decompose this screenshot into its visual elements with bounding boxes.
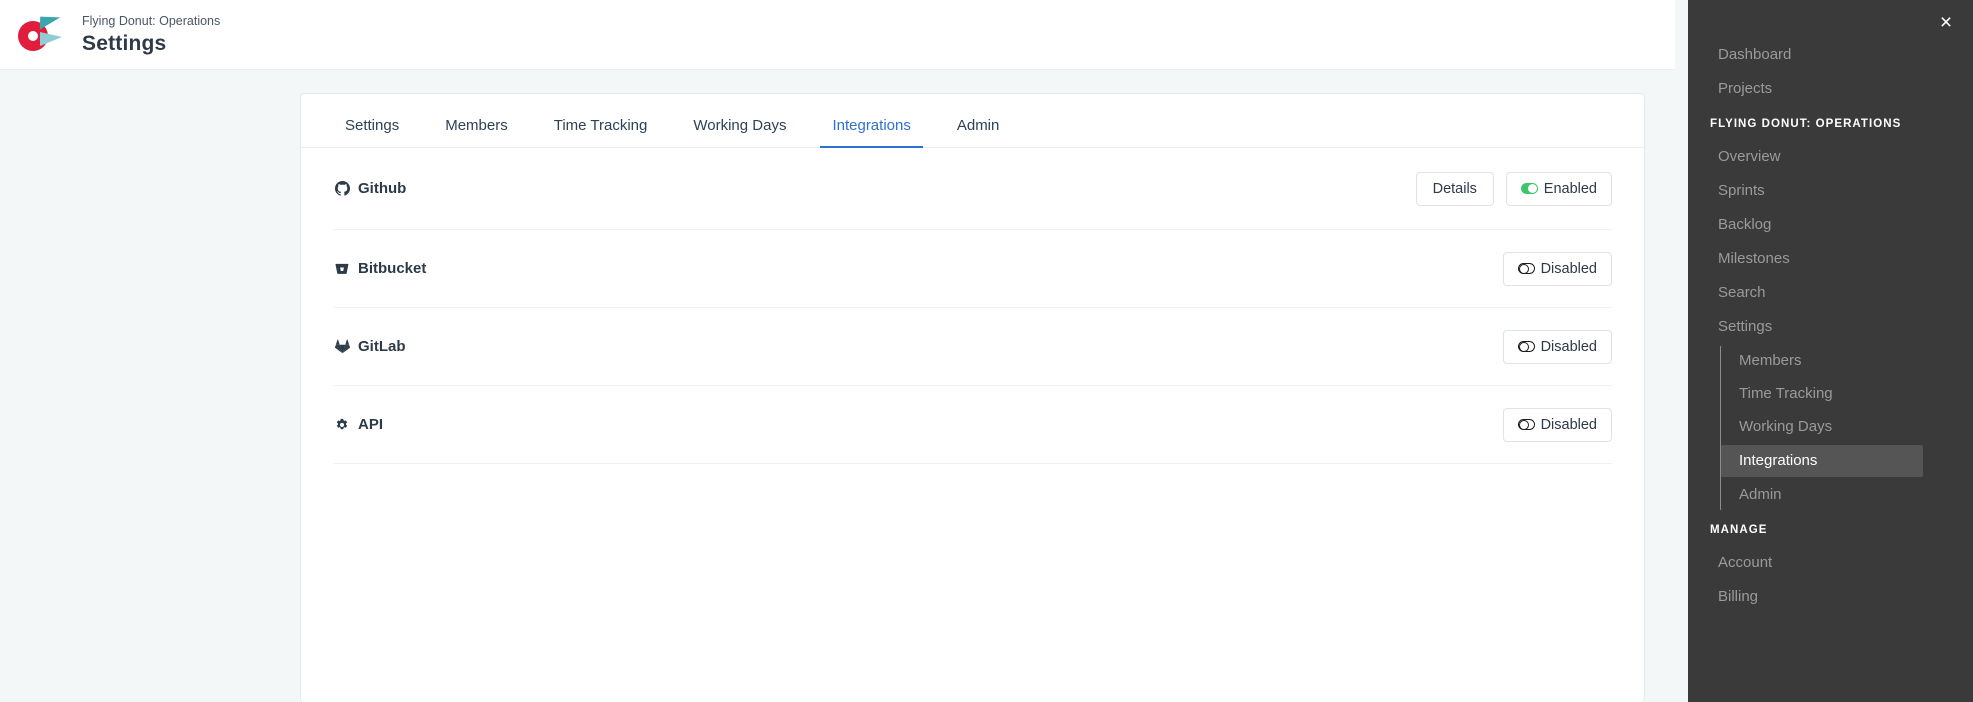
settings-card: Settings Members Time Tracking Working D… (300, 93, 1645, 702)
tab-integrations[interactable]: Integrations (820, 117, 924, 148)
right-sidebar: × Dashboard Projects FLYING DONUT: OPERA… (1688, 0, 1973, 702)
sidebar-section-project: FLYING DONUT: OPERATIONS (1710, 118, 1902, 130)
content-area: Settings Members Time Tracking Working D… (0, 70, 1675, 702)
integration-row-api: API Disabled (333, 386, 1612, 464)
integration-name-bitbucket: Bitbucket (333, 260, 426, 278)
tab-working-days[interactable]: Working Days (681, 117, 798, 147)
sidebar-item-overview[interactable]: Overview (1688, 142, 1973, 172)
tab-settings[interactable]: Settings (333, 117, 411, 147)
integration-name-api: API (333, 416, 383, 434)
sidebar-item-dashboard[interactable]: Dashboard (1688, 40, 1973, 70)
integration-name-gitlab: GitLab (333, 338, 406, 356)
logo-wing-top-shape (39, 16, 61, 30)
integration-label-bitbucket: Bitbucket (358, 260, 427, 277)
github-icon (333, 180, 351, 198)
sidebar-settings-subnav: Members Time Tracking Working Days Integ… (1720, 346, 1973, 510)
integration-label-api: API (358, 416, 384, 433)
toggle-status-label-gitlab: Disabled (1540, 338, 1597, 355)
app-root: Flying Donut: Operations Settings Settin… (0, 0, 1973, 702)
sidebar-item-settings[interactable]: Settings (1688, 312, 1973, 342)
flying-donut-logo-icon[interactable] (16, 15, 62, 55)
sidebar-nav: Dashboard Projects FLYING DONUT: OPERATI… (1688, 0, 1973, 612)
integration-actions-bitbucket: Disabled (1502, 251, 1612, 286)
logo-wing-bottom-shape (40, 31, 62, 46)
integration-actions-github: Details Enabled (1415, 171, 1612, 206)
toggle-on-icon (1520, 183, 1538, 194)
sidebar-subitem-working-days[interactable]: Working Days (1721, 412, 1973, 442)
integration-label-gitlab: GitLab (358, 338, 406, 355)
tab-members[interactable]: Members (433, 117, 520, 147)
sidebar-item-search[interactable]: Search (1688, 278, 1973, 308)
page-title: Settings (82, 32, 167, 55)
toggle-button-api[interactable]: Disabled (1502, 407, 1612, 442)
sidebar-subitem-admin[interactable]: Admin (1721, 480, 1973, 510)
sidebar-item-account[interactable]: Account (1688, 548, 1973, 578)
integration-label-github: Github (358, 180, 407, 197)
close-icon[interactable]: × (1933, 10, 1959, 36)
gear-icon (333, 416, 351, 434)
integration-actions-api: Disabled (1502, 407, 1612, 442)
tab-admin[interactable]: Admin (945, 117, 1012, 147)
sidebar-section-manage: MANAGE (1710, 524, 1768, 536)
integrations-list: Github Details Enabled Bitbucket Disable… (301, 148, 1644, 464)
integration-row-github: Github Details Enabled (333, 148, 1612, 230)
integration-row-bitbucket: Bitbucket Disabled (333, 230, 1612, 308)
sidebar-item-backlog[interactable]: Backlog (1688, 210, 1973, 240)
logo-donut-hole-shape (28, 30, 38, 41)
sidebar-item-projects[interactable]: Projects (1688, 74, 1973, 104)
toggle-off-icon (1517, 263, 1535, 274)
toggle-off-icon (1517, 341, 1535, 352)
sidebar-item-milestones[interactable]: Milestones (1688, 244, 1973, 274)
toggle-status-label-api: Disabled (1540, 416, 1597, 433)
header-text-block: Flying Donut: Operations Settings (82, 13, 220, 56)
tab-time-tracking[interactable]: Time Tracking (542, 117, 660, 147)
toggle-status-label-bitbucket: Disabled (1540, 260, 1597, 277)
integration-actions-gitlab: Disabled (1502, 329, 1612, 364)
sidebar-subitem-time-tracking[interactable]: Time Tracking (1721, 379, 1973, 409)
integration-row-gitlab: GitLab Disabled (333, 308, 1612, 386)
toggle-button-bitbucket[interactable]: Disabled (1502, 251, 1612, 286)
toggle-off-icon (1517, 419, 1535, 430)
sidebar-subitem-members[interactable]: Members (1721, 346, 1973, 376)
toggle-button-gitlab[interactable]: Disabled (1502, 329, 1612, 364)
breadcrumb: Flying Donut: Operations (82, 14, 221, 28)
details-button-github[interactable]: Details (1415, 171, 1494, 206)
top-header: Flying Donut: Operations Settings (0, 0, 1675, 70)
sidebar-subitem-integrations[interactable]: Integrations (1721, 445, 1923, 477)
gitlab-icon (333, 338, 351, 356)
integration-name-github: Github (333, 180, 406, 198)
toggle-status-label-github: Enabled (1543, 180, 1597, 197)
settings-tabs: Settings Members Time Tracking Working D… (301, 94, 1644, 148)
toggle-button-github[interactable]: Enabled (1505, 171, 1612, 206)
sidebar-item-billing[interactable]: Billing (1688, 582, 1973, 612)
bitbucket-icon (333, 260, 351, 278)
sidebar-item-sprints[interactable]: Sprints (1688, 176, 1973, 206)
